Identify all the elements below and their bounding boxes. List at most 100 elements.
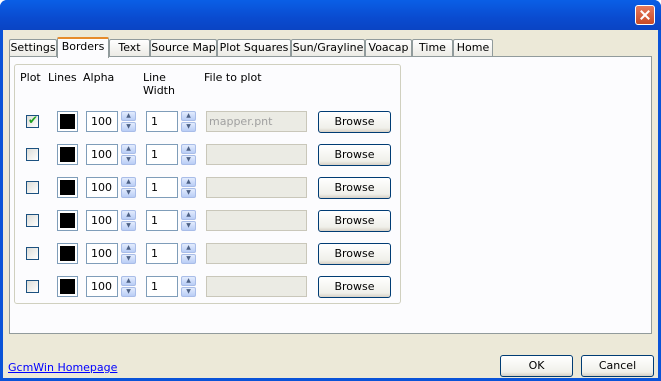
ok-button[interactable]: OK — [500, 355, 573, 377]
spin-up-icon[interactable]: ▲ — [121, 276, 136, 286]
close-icon[interactable] — [635, 5, 655, 25]
spin-down-icon[interactable]: ▼ — [121, 287, 136, 297]
alpha-input[interactable]: 100 — [86, 111, 118, 132]
alpha-input[interactable]: 100 — [86, 210, 118, 231]
spin-up-icon[interactable]: ▲ — [121, 177, 136, 187]
spin-down-icon[interactable]: ▼ — [121, 188, 136, 198]
browse-button[interactable]: Browse — [318, 276, 391, 298]
line-color-swatch[interactable] — [57, 276, 78, 297]
border-row: 100 ▲ ▼ 1 ▲ ▼ Browse — [15, 208, 402, 232]
plot-checkbox[interactable] — [26, 214, 39, 227]
dialog-client-area: Settings Borders Text Source Map Plot Sq… — [3, 30, 658, 378]
browse-button[interactable]: Browse — [318, 144, 391, 166]
line-color-fill — [60, 114, 75, 129]
file-header: File to plot — [204, 71, 262, 84]
spin-down-icon[interactable]: ▼ — [121, 122, 136, 132]
homepage-link[interactable]: GcmWin Homepage — [8, 361, 117, 374]
line-width-header-line2: Width — [143, 84, 175, 97]
spin-up-icon[interactable]: ▲ — [181, 276, 196, 286]
spin-down-icon[interactable]: ▼ — [181, 254, 196, 264]
tab-voacap[interactable]: Voacap — [365, 39, 412, 56]
title-bar[interactable] — [0, 0, 661, 30]
spin-up-icon[interactable]: ▲ — [121, 210, 136, 220]
line-color-fill — [60, 213, 75, 228]
tab-source-map[interactable]: Source Map — [150, 39, 217, 56]
spin-down-icon[interactable]: ▼ — [181, 221, 196, 231]
line-color-fill — [60, 147, 75, 162]
file-to-plot-field[interactable] — [206, 276, 307, 297]
file-to-plot-field[interactable]: mapper.pnt — [206, 111, 307, 132]
spin-up-icon[interactable]: ▲ — [121, 144, 136, 154]
spin-up-icon[interactable]: ▲ — [181, 144, 196, 154]
tab-text[interactable]: Text — [109, 39, 150, 56]
spin-down-icon[interactable]: ▼ — [121, 221, 136, 231]
line-color-swatch[interactable] — [57, 111, 78, 132]
tab-time[interactable]: Time — [412, 39, 453, 56]
lines-header: Lines — [48, 71, 77, 84]
tab-plot-squares[interactable]: Plot Squares — [217, 39, 291, 56]
spin-up-icon[interactable]: ▲ — [121, 111, 136, 121]
plot-checkbox[interactable] — [26, 247, 39, 260]
line-width-spinner[interactable]: ▲ ▼ — [181, 177, 196, 198]
line-color-swatch[interactable] — [57, 243, 78, 264]
spin-up-icon[interactable]: ▲ — [181, 243, 196, 253]
alpha-spinner[interactable]: ▲ ▼ — [121, 210, 136, 231]
plot-checkbox[interactable] — [26, 148, 39, 161]
alpha-input[interactable]: 100 — [86, 276, 118, 297]
browse-button[interactable]: Browse — [318, 210, 391, 232]
alpha-spinner[interactable]: ▲ ▼ — [121, 144, 136, 165]
browse-button[interactable]: Browse — [318, 243, 391, 265]
line-color-fill — [60, 279, 75, 294]
alpha-spinner[interactable]: ▲ ▼ — [121, 111, 136, 132]
tab-sun-grayline[interactable]: Sun/Grayline — [291, 39, 365, 56]
plot-checkbox[interactable] — [26, 280, 39, 293]
file-to-plot-field[interactable] — [206, 210, 307, 231]
line-width-spinner[interactable]: ▲ ▼ — [181, 210, 196, 231]
spin-down-icon[interactable]: ▼ — [181, 287, 196, 297]
spin-up-icon[interactable]: ▲ — [181, 177, 196, 187]
spin-down-icon[interactable]: ▼ — [181, 188, 196, 198]
line-width-input[interactable]: 1 — [146, 276, 178, 297]
line-color-swatch[interactable] — [57, 177, 78, 198]
spin-down-icon[interactable]: ▼ — [121, 155, 136, 165]
tab-home[interactable]: Home — [453, 39, 493, 56]
browse-button[interactable]: Browse — [318, 111, 391, 133]
line-color-swatch[interactable] — [57, 210, 78, 231]
file-to-plot-field[interactable] — [206, 243, 307, 264]
line-width-spinner[interactable]: ▲ ▼ — [181, 276, 196, 297]
cancel-button[interactable]: Cancel — [581, 355, 654, 377]
alpha-input[interactable]: 100 — [86, 243, 118, 264]
plot-checkbox[interactable]: ✔ — [26, 114, 39, 128]
browse-button[interactable]: Browse — [318, 177, 391, 199]
line-color-fill — [60, 180, 75, 195]
tab-settings[interactable]: Settings — [9, 39, 57, 56]
line-color-swatch[interactable] — [57, 144, 78, 165]
spin-down-icon[interactable]: ▼ — [121, 254, 136, 264]
line-width-input[interactable]: 1 — [146, 210, 178, 231]
line-width-spinner[interactable]: ▲ ▼ — [181, 243, 196, 264]
tab-borders[interactable]: Borders — [57, 37, 109, 58]
file-to-plot-field[interactable] — [206, 144, 307, 165]
line-width-spinner[interactable]: ▲ ▼ — [181, 111, 196, 132]
alpha-spinner[interactable]: ▲ ▼ — [121, 243, 136, 264]
line-width-input[interactable]: 1 — [146, 243, 178, 264]
line-width-spinner[interactable]: ▲ ▼ — [181, 144, 196, 165]
border-row: 100 ▲ ▼ 1 ▲ ▼ Browse — [15, 175, 402, 199]
border-row: ✔ 100 ▲ ▼ 1 ▲ ▼ mapper.pnt Browse — [15, 109, 402, 133]
spin-down-icon[interactable]: ▼ — [181, 122, 196, 132]
alpha-spinner[interactable]: ▲ ▼ — [121, 177, 136, 198]
alpha-input[interactable]: 100 — [86, 177, 118, 198]
line-width-input[interactable]: 1 — [146, 144, 178, 165]
alpha-spinner[interactable]: ▲ ▼ — [121, 276, 136, 297]
plot-checkbox[interactable] — [26, 181, 39, 194]
spin-up-icon[interactable]: ▲ — [181, 210, 196, 220]
file-to-plot-field[interactable] — [206, 177, 307, 198]
line-width-input[interactable]: 1 — [146, 111, 178, 132]
spin-up-icon[interactable]: ▲ — [181, 111, 196, 121]
spin-up-icon[interactable]: ▲ — [121, 243, 136, 253]
alpha-header: Alpha — [83, 71, 115, 84]
alpha-input[interactable]: 100 — [86, 144, 118, 165]
spin-down-icon[interactable]: ▼ — [181, 155, 196, 165]
line-width-input[interactable]: 1 — [146, 177, 178, 198]
line-color-fill — [60, 246, 75, 261]
